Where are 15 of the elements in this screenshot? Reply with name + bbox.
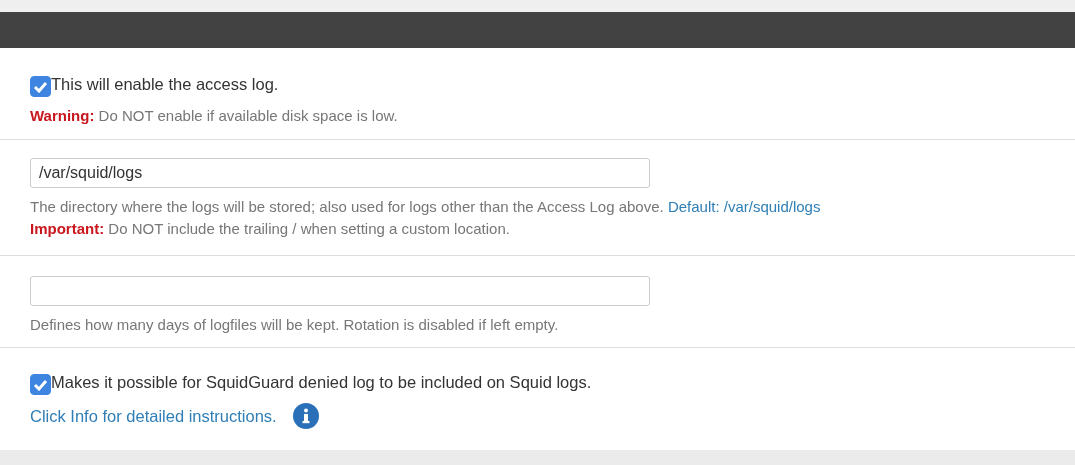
check-icon bbox=[33, 80, 48, 93]
checkbox-label: This will enable the access log. bbox=[51, 74, 279, 95]
help-text: Defines how many days of logfiles will be kept. Rotation is disabled if left empty. bbox=[30, 315, 560, 335]
text-field[interactable] bbox=[30, 276, 650, 306]
help-text: The directory where the logs will be stored; also used for logs other than the Access Log above. Default: /var/squid/logs bbox=[30, 197, 822, 217]
text-field[interactable]: /var/squid/logs bbox=[30, 158, 650, 188]
help-text: Important: Do NOT include the trailing / when setting a custom location. bbox=[30, 219, 511, 239]
help-text: Warning: Do NOT enable if available disk space is low. bbox=[30, 106, 399, 126]
checkbox-label: Makes it possible for SquidGuard denied log to be included on Squid logs. bbox=[51, 372, 592, 393]
default-link[interactable]: Default: /var/squid/logs bbox=[667, 198, 821, 215]
info-icon[interactable] bbox=[292, 403, 319, 429]
checkbox[interactable] bbox=[30, 76, 51, 97]
check-icon bbox=[33, 378, 48, 391]
info-link[interactable]: Click Info for detailed instructions. bbox=[30, 403, 277, 429]
checkbox[interactable] bbox=[30, 374, 51, 395]
